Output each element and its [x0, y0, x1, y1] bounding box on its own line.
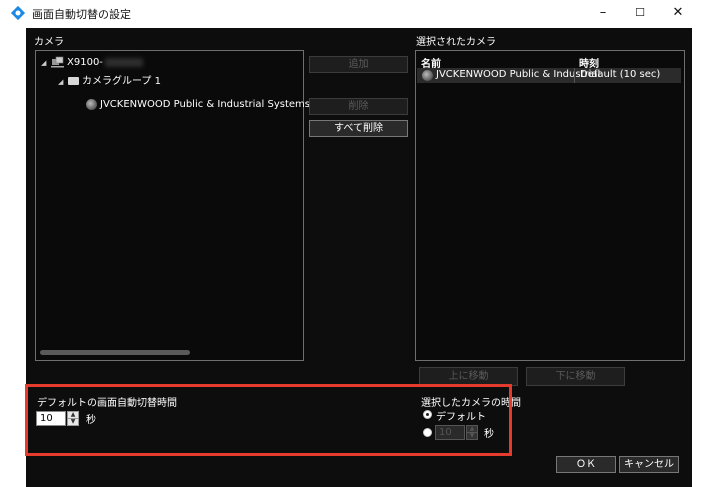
expand-caret-icon[interactable]: ◢ — [41, 56, 51, 70]
maximize-button[interactable]: ☐ — [620, 0, 660, 28]
table-row[interactable]: JVCKENWOOD Public & Industrial Default (… — [417, 68, 681, 83]
ok-button[interactable]: ＯＫ — [556, 456, 616, 473]
close-button[interactable]: ✕ — [658, 0, 698, 28]
tree-item-server[interactable]: ◢ X9100- — [41, 56, 143, 70]
title-bar: 画面自動切替の設定 – ☐ ✕ — [0, 0, 708, 28]
cancel-button[interactable]: キャンセル — [619, 456, 679, 473]
remove-all-button[interactable]: すべて削除 — [309, 120, 408, 137]
selected-cameras-label: 選択されたカメラ — [416, 37, 496, 48]
camera-icon — [86, 98, 97, 110]
row-camera-name: JVCKENWOOD Public & Industrial — [436, 69, 601, 80]
app-icon — [10, 5, 26, 21]
minimize-button[interactable]: – — [583, 0, 623, 28]
server-icon — [51, 56, 64, 68]
add-button[interactable]: 追加 — [309, 56, 408, 73]
camera-icon — [422, 70, 433, 81]
selected-cameras-list[interactable]: 名前 時刻 JVCKENWOOD Public & Industrial Def… — [415, 50, 685, 361]
horizontal-scrollbar[interactable] — [40, 350, 190, 355]
expand-caret-icon[interactable]: ◢ — [58, 75, 68, 89]
row-camera-time: Default (10 sec) — [580, 69, 661, 80]
move-down-button[interactable]: 下に移動 — [526, 367, 625, 386]
column-divider — [574, 68, 575, 83]
window-title: 画面自動切替の設定 — [32, 8, 131, 21]
tree-item-group[interactable]: ◢ カメラグループ 1 — [58, 75, 161, 89]
redacted-hostname — [104, 57, 143, 67]
highlight-box — [25, 384, 512, 456]
folder-icon — [68, 77, 79, 85]
camera-tree-label: カメラ — [34, 37, 64, 48]
remove-button[interactable]: 削除 — [309, 98, 408, 115]
tree-item-camera[interactable]: JVCKENWOOD Public & Industrial Systems C… — [86, 98, 337, 112]
camera-tree[interactable]: ◢ X9100- ◢ カメラグループ 1 JVCKENWOOD Public & I… — [35, 50, 337, 361]
